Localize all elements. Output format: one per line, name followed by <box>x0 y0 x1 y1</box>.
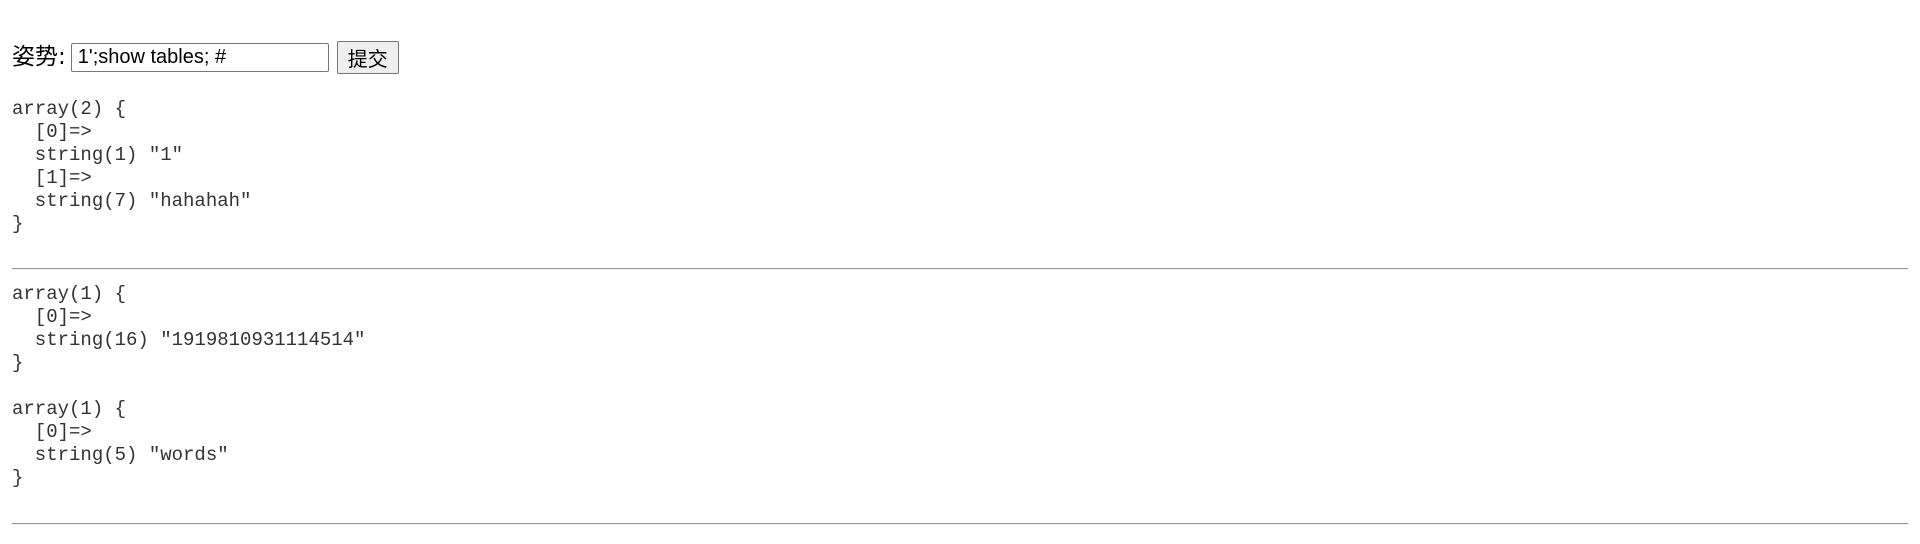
dump-line: [1]=> <box>12 167 92 189</box>
dump-line: } <box>12 352 24 374</box>
horizontal-divider <box>12 268 1908 270</box>
query-form: 姿势: 提交 <box>12 41 399 74</box>
dump-line: array(1) { <box>12 283 127 305</box>
form-label: 姿势: <box>12 44 66 70</box>
dump-line: string(1) "1" <box>12 144 184 166</box>
result-dump: array(1) { [0]=> string(16) "19198109311… <box>12 283 365 375</box>
dump-line: [0]=> <box>12 306 92 328</box>
dump-line: string(5) "words" <box>12 444 229 466</box>
dump-line: [0]=> <box>12 421 92 443</box>
dump-line: } <box>12 467 24 489</box>
query-input[interactable] <box>70 43 329 72</box>
result-dump: array(1) { [0]=> string(5) "words" } <box>12 398 229 490</box>
dump-line: [0]=> <box>12 121 92 143</box>
dump-line: string(7) "hahahah" <box>12 190 252 212</box>
dump-line: array(1) { <box>12 398 127 420</box>
dump-line: array(2) { <box>12 98 127 120</box>
result-dump: array(2) { [0]=> string(1) "1" [1]=> str… <box>12 98 251 236</box>
horizontal-divider <box>12 523 1908 525</box>
dump-line: } <box>12 213 24 235</box>
submit-button[interactable]: 提交 <box>336 41 399 74</box>
dump-line: string(16) "1919810931114514" <box>12 329 366 351</box>
